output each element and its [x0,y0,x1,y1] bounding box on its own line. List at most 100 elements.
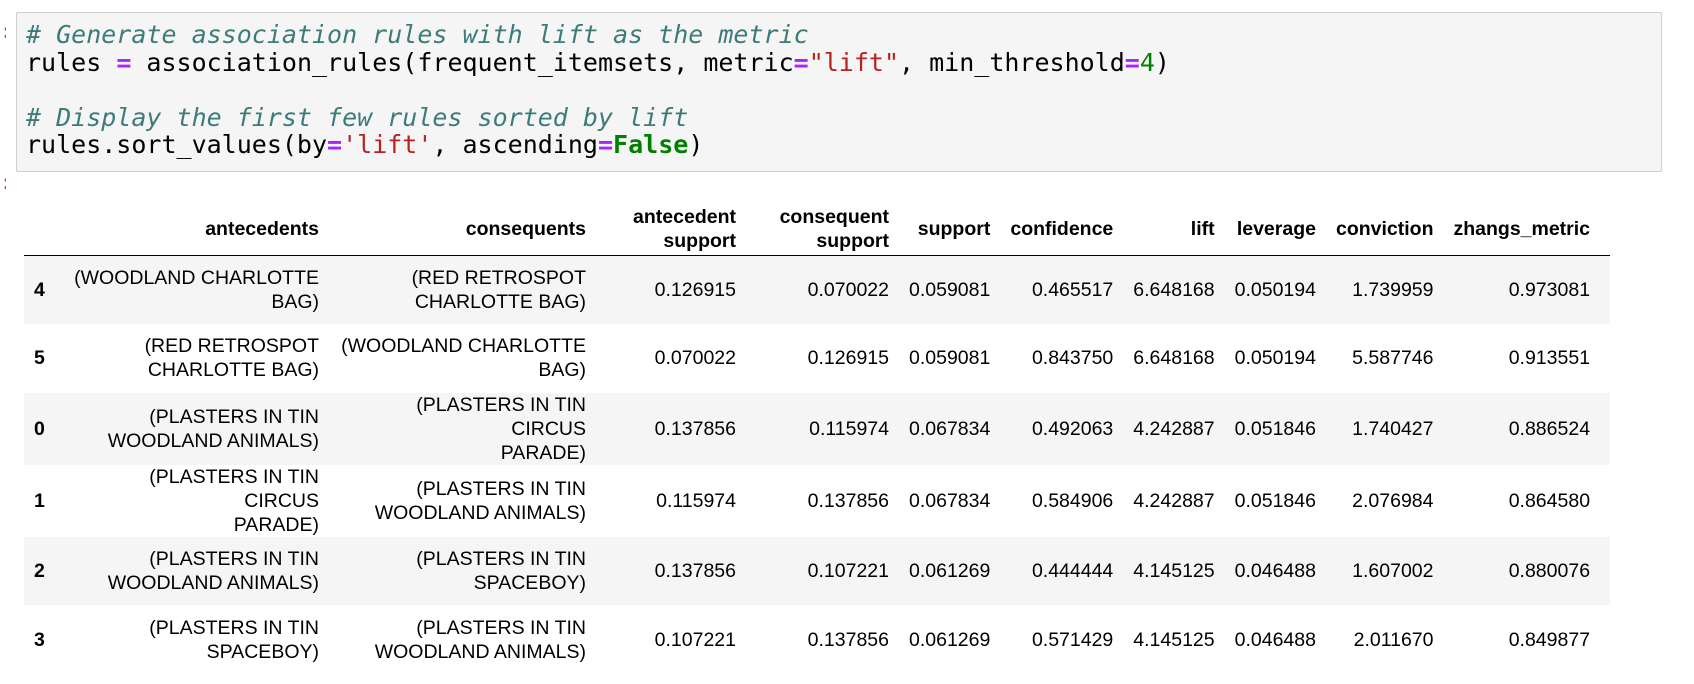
cell-text: 0.107221 [654,628,736,651]
column-header-consequents: consequents [339,205,606,256]
table-cell-zhangs-metric: 0.880076 [1453,537,1610,606]
table-cell-confidence: 0.492063 [1010,393,1133,465]
cell-text: 0.973081 [1508,279,1591,302]
code-token: False [613,130,689,159]
code-line: # Generate association rules with lift a… [26,21,1170,49]
table-cell-zhangs-metric: 0.864580 [1453,465,1610,537]
column-header-label: antecedents [205,218,319,240]
cell-text: 2.011670 [1353,628,1434,651]
code-token: "lift" [808,47,900,77]
cell-text: 0.137856 [807,489,889,512]
table-cell-lift: 4.145125 [1133,537,1234,606]
cell-text: 0.107221 [807,559,889,582]
row-index: 1 [34,489,45,512]
table-row: 0 (PLASTERS IN TIN WOODLAND ANIMALS) (PLAST… [24,392,1611,465]
cell-text: PARADE) [500,441,586,464]
table-cell-consequent-support: 0.137856 [756,605,909,674]
code-line: # Display the first few rules sorted by … [26,103,1170,132]
table-cell-consequent-support: 0.070022 [756,256,909,325]
table-cell-zhangs-metric: 0.913551 [1453,324,1610,393]
cell-text: 0.070022 [807,279,889,302]
row-index: 3 [34,628,45,651]
cell-text: 0.864580 [1508,489,1591,512]
cell-output: antecedents consequents antecedent support c… [24,205,1679,674]
row-index: 4 [34,279,45,302]
cell-text: 0.070022 [654,347,736,370]
code-token: = [116,47,132,77]
column-header-antecedents: antecedents [72,205,339,256]
cell-text: 0.046488 [1234,628,1316,651]
column-header-support: support [909,205,1011,256]
column-header-label: support [917,218,991,240]
code-line: rules = association_rules(frequent_items… [26,47,1170,77]
code-token: rules [26,47,117,77]
cell-text: SPACEBOY) [473,571,586,594]
column-header-label: lift [1190,218,1215,240]
cell-text: 0.061269 [909,628,991,651]
column-header-label: consequents [465,218,586,240]
cell-text: 4.242887 [1133,417,1215,440]
table-cell-lift: 4.242887 [1133,465,1234,537]
table-row: 1 (PLASTERS IN TIN CIRCUS PARADE) (PLASTERS… [24,464,1611,537]
row-index: 0 [34,417,45,440]
index-header [24,205,72,256]
column-header-label: support [663,230,736,252]
cell-text: (RED RETROSPOT [411,267,586,290]
cell-text: 6.648168 [1133,279,1215,302]
table-cell-conviction: 2.011670 [1336,605,1454,674]
table-cell-conviction: 1.607002 [1336,537,1454,606]
table-cell-consequents: (PLASTERS IN TIN CIRCUS PARADE) [339,393,606,465]
cell-text: (PLASTERS IN TIN [149,405,319,428]
code-token: = [597,130,614,159]
column-header-conviction: conviction [1335,205,1454,256]
code-token: 'lift' [342,130,433,159]
table-cell-support: 0.061269 [909,605,1010,674]
code-token: = [1124,47,1140,77]
cell-text: 0.137856 [807,628,889,651]
cell-text: 0.046488 [1234,559,1316,582]
cell-text: 0.444444 [1031,559,1114,582]
cell-text: 0.843750 [1031,347,1114,370]
cell-text: 0.880076 [1508,559,1591,582]
column-header-label: leverage [1236,218,1316,240]
table-cell-zhangs-metric: 0.973081 [1453,256,1610,325]
table-cell-consequent-support: 0.115974 [756,393,909,465]
table-row: 5 (RED RETROSPOT CHARLOTTE BAG) (WOODLAND C… [24,324,1611,393]
column-header-lift: lift [1133,205,1235,256]
cell-text: BAG) [538,359,586,382]
cell-text: 0.115974 [656,489,736,512]
column-header-consequent-support: consequent support [756,205,909,256]
cell-text: CHARLOTTE BAG) [414,291,586,314]
cell-text: 0.584906 [1031,489,1114,512]
cell-text: (PLASTERS IN TIN CIRCUS [416,393,586,440]
code-cell[interactable]: # Generate association rules with lift a… [16,12,1662,172]
column-header-label: consequent [779,206,889,228]
column-header-label: support [816,230,889,252]
code-token: , ascending [432,130,598,159]
table-cell-consequents: (WOODLAND CHARLOTTE BAG) [339,324,606,393]
cell-text: (WOODLAND CHARLOTTE [74,267,319,290]
cell-text: 0.492063 [1031,417,1114,440]
table-cell-antecedents: (PLASTERS IN TIN WOODLAND ANIMALS) [72,537,339,606]
cell-text: 0.061269 [909,559,991,582]
cell-text: 0.059081 [909,347,991,370]
input-prompt-marker: : [0,21,6,41]
cell-text: 5.587746 [1352,347,1434,370]
code-editor[interactable]: # Generate association rules with lift a… [26,21,1170,159]
cell-text: 0.051846 [1234,417,1316,440]
table-cell-antecedent-support: 0.115974 [606,465,756,537]
code-token: association_rules(frequent_itemsets, met… [131,47,794,77]
table-cell-antecedent-support: 0.137856 [606,393,756,465]
cell-text: WOODLAND ANIMALS) [374,501,586,524]
table-cell-confidence: 0.444444 [1010,537,1133,606]
table-cell-leverage: 0.051846 [1235,393,1336,465]
table-cell-confidence: 0.843750 [1010,324,1133,393]
column-header-label: zhangs_metric [1453,218,1591,240]
table-cell-consequent-support: 0.126915 [756,324,909,393]
table-cell-support: 0.059081 [909,324,1010,393]
cell-text: 0.137856 [654,417,736,440]
column-header-confidence: confidence [1010,205,1134,256]
code-token: ) [688,130,704,159]
cell-text: 0.571429 [1031,628,1114,651]
